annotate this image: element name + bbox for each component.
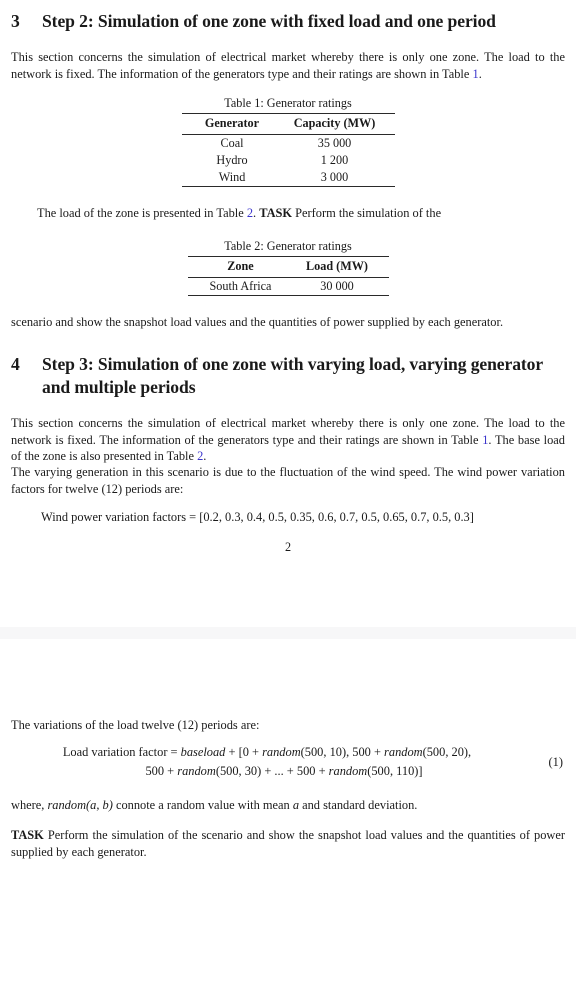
paragraph-text-end: Perform the simulation of the — [292, 205, 442, 220]
equation-args: (500, 30) + ... + 500 + — [215, 764, 329, 779]
table-row: Coal 35 000 — [182, 134, 395, 152]
paragraph-load-variation-intro: The variations of the load twelve (12) p… — [11, 717, 260, 732]
table-2-column-header-zone: Zone — [187, 256, 290, 279]
table-1-block: Table 1: Generator ratings Generator Cap… — [11, 96, 565, 187]
table-cell-capacity: 3 000 — [278, 168, 395, 187]
section-heading-4: 4 Step 3: Simulation of one zone with va… — [11, 353, 565, 400]
paragraph-text: The load of the zone is presented in Tab… — [37, 205, 247, 220]
page-number: 2 — [284, 539, 292, 554]
equation-line-1: Load variation factor = baseload + [0 + … — [11, 743, 523, 762]
table-row: Wind 3 000 — [181, 168, 395, 187]
paragraph-section3-intro: This section concerns the simulation of … — [11, 49, 565, 82]
table-1-column-header-generator: Generator — [181, 112, 279, 135]
table-cell-generator: Hydro — [216, 152, 248, 167]
paragraph-text: Perform the simulation of the scenario a… — [11, 828, 565, 859]
random-function: random — [328, 764, 368, 779]
load-variation-equation-block: Load variation factor = baseload + [0 + … — [11, 743, 565, 781]
random-function: random — [262, 745, 301, 760]
paragraph-section3-after-table1: The load of the zone is presented in Tab… — [11, 205, 565, 221]
table-header-row: Generator Capacity (MW) — [181, 112, 395, 135]
paragraph-section4-intro: This section concerns the simulation of … — [11, 415, 565, 464]
baseload-variable: baseload — [180, 745, 226, 760]
section-title: Step 3: Simulation of one zone with vary… — [42, 353, 543, 397]
page-bottom-spacer — [11, 555, 565, 627]
load-equation-label: Load variation factor — [62, 745, 168, 760]
table-cell-generator: Wind — [181, 168, 279, 187]
paragraph-text: connote a random value with mean — [112, 798, 293, 813]
paragraph-section3-after-table2: scenario and show the snapshot load valu… — [11, 315, 504, 330]
section-title: Step 2: Simulation of one zone with fixe… — [42, 11, 496, 31]
paragraph-varying-generation: The varying generation in this scenario … — [11, 465, 565, 496]
table-2-body: South Africa 30 000 — [187, 277, 389, 297]
equation-line-2: 500 + random(500, 30) + ... + 500 + rand… — [11, 762, 523, 781]
page-separator — [0, 626, 576, 639]
table-2-block: Table 2: Generator ratings Zone Load (MW… — [11, 239, 565, 297]
equation-args: (500, 20), — [422, 745, 472, 760]
table-1-header: Generator Capacity (MW) — [181, 112, 395, 135]
equation-args: (500, 110)] — [367, 764, 423, 779]
random-function: random — [384, 745, 423, 760]
section-heading-3: 3 Step 2: Simulation of one zone with fi… — [11, 10, 565, 33]
table-cell-capacity: 1 200 — [320, 152, 349, 167]
paragraph-text-end: . — [203, 448, 207, 463]
table-2: Zone Load (MW) South Africa 30 000 — [187, 256, 389, 297]
table-1-column-header-capacity: Capacity (MW) — [278, 112, 395, 135]
equation-operator: + [0 + — [225, 745, 263, 760]
table-cell-load: 30 000 — [289, 277, 389, 297]
table-2-header: Zone Load (MW) — [187, 256, 389, 279]
paragraph-where-clause: where, random(a, b) connote a random val… — [11, 797, 565, 813]
table-row: Hydro 1 200 — [182, 152, 395, 169]
table-1-body: Coal 35 000 Hydro 1 200 Wind 3 000 — [181, 134, 395, 187]
equals-sign: = — [167, 745, 181, 760]
wind-power-variation-equation: Wind power variation factors = [0.2, 0.3… — [11, 509, 565, 526]
equation-number: (1) — [548, 754, 563, 769]
equation-args: (500, 10), 500 + — [300, 745, 385, 760]
table-2-caption: Table 2: Generator ratings — [224, 239, 352, 254]
task-label: TASK — [259, 205, 293, 220]
load-variation-equation: Load variation factor = baseload + [0 + … — [11, 743, 523, 781]
document-page-lower: The variations of the load twelve (12) p… — [0, 638, 576, 861]
table-1: Generator Capacity (MW) Coal 35 000 Hydr… — [181, 112, 395, 187]
table-2-column-header-load: Load (MW) — [289, 256, 389, 279]
wind-equation-label: Wind power variation factors — [41, 509, 187, 524]
page-top-spacer — [11, 639, 565, 717]
paragraph-final-task: TASK Perform the simulation of the scena… — [11, 827, 565, 860]
table-header-row: Zone Load (MW) — [187, 256, 389, 279]
table-1-caption: Table 1: Generator ratings — [224, 95, 352, 110]
document-page-upper: 3 Step 2: Simulation of one zone with fi… — [0, 0, 576, 627]
equation-term: 500 + — [145, 764, 178, 779]
random-function-inline: random(a, b) — [47, 798, 113, 813]
table-cell-generator: Coal — [220, 135, 244, 150]
table-row: South Africa 30 000 — [187, 277, 389, 297]
paragraph-text-end: . — [478, 66, 482, 81]
paragraph-text: This section concerns the simulation of … — [11, 50, 565, 81]
task-label: TASK — [11, 828, 44, 843]
wind-equation-values: = [0.2, 0.3, 0.4, 0.5, 0.35, 0.6, 0.7, 0… — [186, 509, 474, 524]
section-number: 3 — [11, 11, 20, 31]
top-spacer — [11, 0, 565, 10]
table-cell-capacity: 35 000 — [317, 135, 352, 150]
paragraph-text-end: and standard deviation. — [299, 798, 418, 813]
table-cell-zone: South Africa — [187, 277, 290, 297]
section-number: 4 — [11, 353, 20, 374]
paragraph-text: where, — [11, 798, 48, 813]
random-function: random — [177, 764, 216, 779]
